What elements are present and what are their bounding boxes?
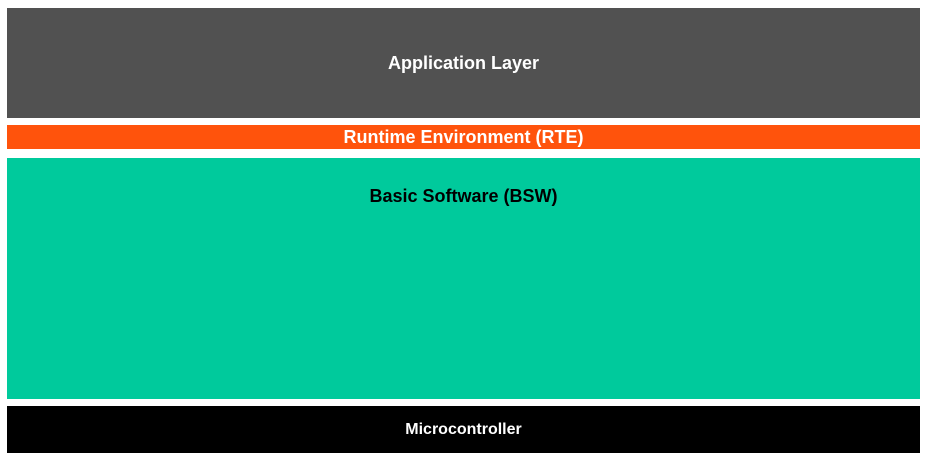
application-layer-block: Application Layer	[7, 8, 920, 118]
microcontroller-layer-label: Microcontroller	[405, 420, 522, 438]
bsw-layer-label: Basic Software (BSW)	[369, 186, 558, 206]
microcontroller-layer-block: Microcontroller	[7, 406, 920, 453]
bsw-layer-block: Basic Software (BSW)	[7, 158, 920, 399]
application-layer-label: Application Layer	[387, 52, 540, 73]
rte-layer-block: Runtime Environment (RTE)	[7, 125, 920, 149]
rte-layer-label: Runtime Environment (RTE)	[343, 126, 584, 147]
